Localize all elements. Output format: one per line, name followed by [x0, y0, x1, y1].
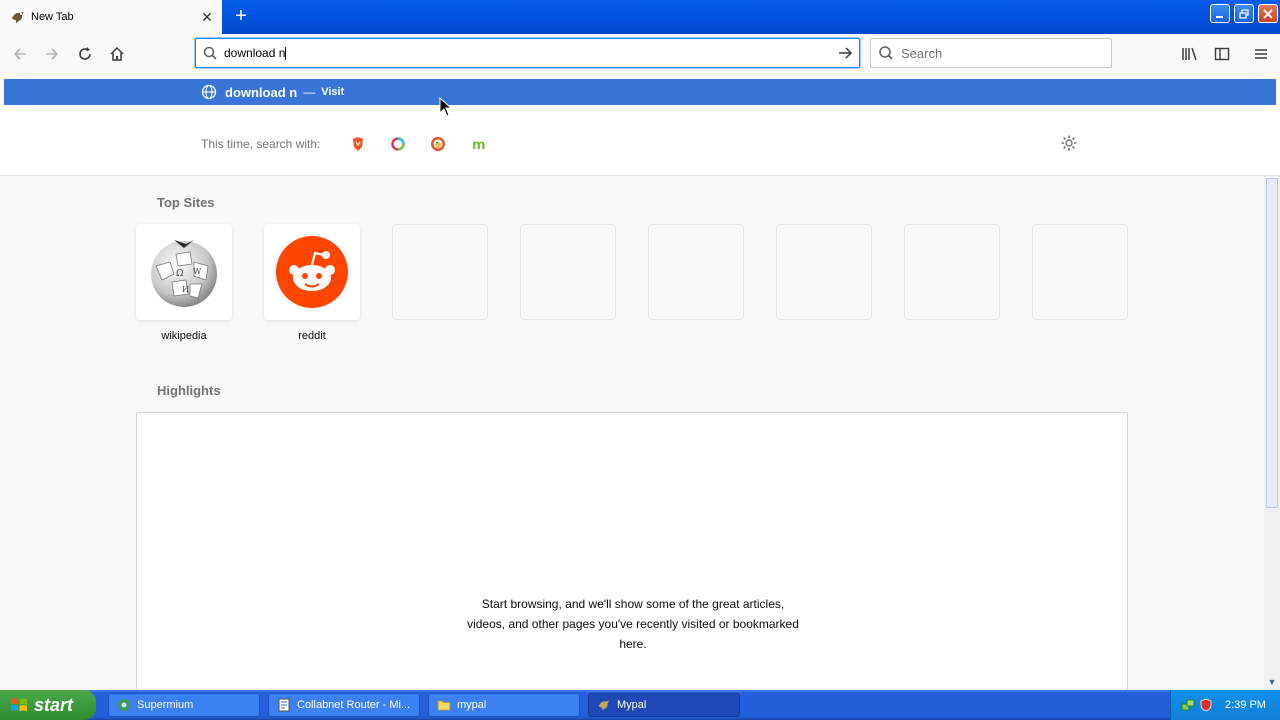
- sidebar-toggle-button[interactable]: [1208, 40, 1236, 68]
- one-off-search-bar: This time, search with: m: [201, 133, 498, 155]
- minimize-button[interactable]: [1210, 4, 1230, 23]
- scrollbar-thumb[interactable]: [1266, 178, 1278, 508]
- sidebar-icon: [1214, 47, 1230, 61]
- start-label: start: [34, 694, 74, 715]
- hamburger-menu-icon: [1255, 49, 1267, 59]
- minimize-icon: [1216, 15, 1223, 18]
- tab-close-icon[interactable]: ✕: [197, 7, 217, 27]
- forward-arrow-icon: [46, 48, 59, 60]
- urlbar-autocomplete-popup: download n — Visit This time, search wit…: [0, 73, 1280, 176]
- highlights-empty-state: Start browsing, and we'll show some of t…: [136, 412, 1128, 690]
- search-icon: [196, 46, 224, 60]
- top-site-label: wikipedia: [161, 330, 207, 342]
- top-site-placeholder: [392, 224, 488, 320]
- top-site-tile[interactable]: [264, 224, 360, 320]
- url-bar[interactable]: download n: [195, 38, 860, 68]
- tab-new-tab[interactable]: New Tab ✕: [0, 0, 222, 34]
- taskbar-item-collabnet[interactable]: Collabnet Router - Mi...: [268, 693, 420, 717]
- gear-icon: [1061, 135, 1077, 151]
- url-input[interactable]: download n: [224, 46, 831, 61]
- globe-icon: [201, 84, 217, 100]
- mypal-bird-icon: [598, 700, 610, 711]
- svg-text:Ω: Ω: [176, 269, 183, 279]
- top-site-placeholder: [776, 224, 872, 320]
- top-site-placeholder: [648, 224, 744, 320]
- scroll-down-arrow-icon[interactable]: ▼: [1264, 674, 1280, 690]
- back-arrow-icon: [13, 48, 26, 60]
- window-close-button[interactable]: [1258, 4, 1278, 23]
- taskbar-item-mypal-folder[interactable]: mypal: [428, 693, 580, 717]
- duckduckgo-icon[interactable]: [418, 133, 458, 155]
- network-icon[interactable]: [1181, 698, 1195, 712]
- home-icon: [110, 46, 124, 61]
- brave-search-icon[interactable]: [338, 133, 378, 155]
- library-icon: [1182, 47, 1197, 61]
- svg-text:И: И: [182, 285, 189, 294]
- top-site-placeholder: [1032, 224, 1128, 320]
- highlights-empty-message: Start browsing, and we'll show some of t…: [467, 597, 799, 651]
- forward-button[interactable]: [38, 40, 66, 68]
- one-off-label: This time, search with:: [201, 137, 321, 151]
- autocomplete-text: download n: [225, 84, 298, 100]
- supermium-icon: [118, 699, 130, 711]
- taskbar-item-mypal-browser[interactable]: Mypal: [588, 693, 740, 717]
- search-input[interactable]: [901, 45, 1101, 61]
- autocomplete-row-visit[interactable]: download n — Visit: [4, 79, 1276, 105]
- new-tab-page: Top Sites Ω W И wikipedia reddit Highlig…: [0, 176, 1264, 690]
- search-settings-button[interactable]: [1058, 132, 1080, 154]
- svg-text:m: m: [472, 138, 486, 152]
- taskbar-item-supermium[interactable]: Supermium: [108, 693, 260, 717]
- top-site-wikipedia[interactable]: Ω W И wikipedia: [136, 224, 232, 342]
- restore-button[interactable]: [1234, 4, 1254, 23]
- mojeek-icon[interactable]: m: [458, 133, 498, 155]
- tab-title: New Tab: [31, 11, 74, 23]
- clock: 2:39 PM: [1225, 699, 1266, 711]
- new-tab-plus-icon[interactable]: +: [230, 6, 252, 28]
- autocomplete-separator: —: [303, 85, 316, 99]
- qwant-icon[interactable]: [378, 133, 418, 155]
- folder-icon: [437, 700, 451, 711]
- start-button[interactable]: start: [0, 690, 96, 720]
- document-icon: [278, 698, 290, 712]
- title-bar: New Tab ✕ +: [0, 0, 1280, 34]
- home-button[interactable]: [103, 40, 131, 68]
- taskbar: start Supermium Collabnet Router - Mi...…: [0, 690, 1280, 720]
- top-site-reddit[interactable]: reddit: [264, 224, 360, 342]
- reload-icon: [79, 47, 91, 60]
- top-site-label: reddit: [298, 330, 326, 342]
- top-site-placeholder: [904, 224, 1000, 320]
- page-scrollbar[interactable]: ▼: [1264, 176, 1280, 690]
- top-site-tile[interactable]: Ω W И: [136, 224, 232, 320]
- menu-button[interactable]: [1247, 40, 1275, 68]
- highlights-title: Highlights: [157, 383, 221, 398]
- nav-toolbar: download n: [0, 34, 1280, 73]
- close-icon: [1263, 8, 1273, 19]
- svg-text:W: W: [193, 267, 202, 276]
- top-site-placeholder: [520, 224, 616, 320]
- reload-button[interactable]: [71, 40, 99, 68]
- system-tray: 2:39 PM: [1170, 690, 1280, 720]
- wikipedia-globe-icon: Ω W И: [151, 240, 217, 307]
- back-button[interactable]: [6, 40, 34, 68]
- autocomplete-action: Visit: [321, 86, 345, 98]
- mypal-bird-icon: [12, 12, 24, 23]
- search-icon: [871, 45, 901, 61]
- go-arrow-icon[interactable]: [831, 45, 859, 61]
- shield-icon[interactable]: [1199, 698, 1213, 712]
- library-button[interactable]: [1176, 40, 1204, 68]
- search-bar[interactable]: [870, 38, 1112, 68]
- mouse-cursor-icon: [439, 97, 453, 117]
- reddit-logo-icon: [276, 236, 348, 308]
- restore-icon: [1239, 8, 1249, 19]
- top-sites-title: Top Sites: [157, 195, 215, 210]
- windows-flag-icon: [11, 698, 27, 712]
